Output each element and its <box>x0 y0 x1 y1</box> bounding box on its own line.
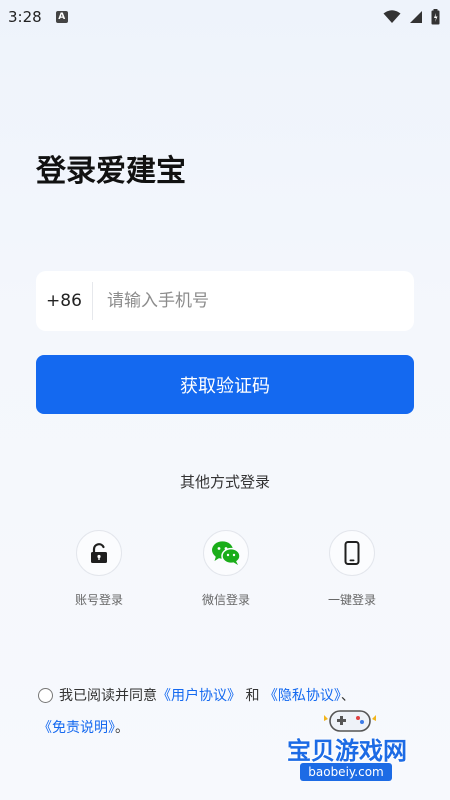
wechat-login-circle[interactable] <box>203 530 249 576</box>
wechat-icon <box>212 541 241 565</box>
status-bar: 3:28 A <box>0 0 450 34</box>
account-login-label: 账号登录 <box>74 593 123 607</box>
lock-icon <box>91 543 107 563</box>
get-code-button[interactable]: 获取验证码 <box>36 355 414 414</box>
account-login-button[interactable]: 账号登录 <box>49 530 149 608</box>
status-time: 3:28 <box>8 8 42 26</box>
one-click-login-circle[interactable] <box>329 530 375 576</box>
site-watermark: 宝贝游戏网 baobeiy.com <box>272 705 432 785</box>
user-agreement-link[interactable]: 《用户协议》 <box>157 688 241 704</box>
disclaimer-link[interactable]: 《免责说明》 <box>38 720 115 736</box>
agreement-checkbox[interactable] <box>38 688 53 703</box>
phone-input[interactable] <box>93 291 414 311</box>
agreement-and: 和 <box>245 688 260 704</box>
account-login-circle[interactable] <box>76 530 122 576</box>
signal-icon <box>410 11 422 23</box>
other-methods-title: 其他方式登录 <box>179 473 270 491</box>
one-click-login-label: 一键登录 <box>327 593 376 607</box>
battery-icon <box>431 9 440 25</box>
agreement-prefix: 我已阅读并同意 <box>59 688 157 704</box>
phone-icon <box>344 541 360 565</box>
wechat-login-label: 微信登录 <box>201 593 250 607</box>
agreement-end: 。 <box>115 720 129 736</box>
country-code[interactable]: +86 <box>36 291 92 311</box>
watermark-url: baobeiy.com <box>300 763 392 781</box>
phone-field[interactable]: +86 <box>36 271 414 331</box>
wechat-login-button[interactable]: 微信登录 <box>176 530 276 608</box>
one-click-login-button[interactable]: 一键登录 <box>302 530 402 608</box>
page-title: 登录爱建宝 <box>36 154 186 189</box>
agreement-separator: 、 <box>340 688 355 704</box>
status-icons <box>383 9 440 25</box>
privacy-policy-link[interactable]: 《隐私协议》 <box>264 688 341 704</box>
watermark-text: 宝贝游戏网 <box>287 737 407 765</box>
wifi-icon <box>383 10 401 23</box>
notification-icon: A <box>55 11 68 23</box>
